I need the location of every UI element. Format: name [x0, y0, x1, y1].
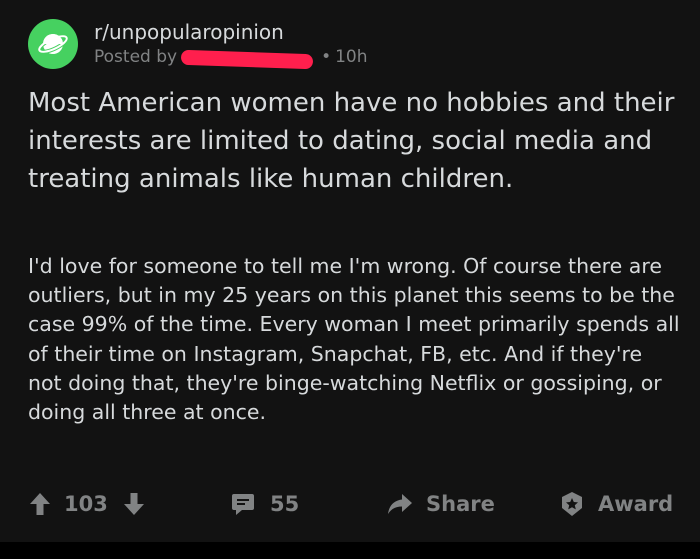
share-button[interactable]: Share — [386, 480, 495, 528]
post-header-text: r/unpopularopinion Posted by • 10h — [94, 20, 368, 69]
share-arrow-icon — [386, 491, 414, 517]
share-label: Share — [426, 492, 495, 516]
subreddit-name[interactable]: r/unpopularopinion — [94, 20, 368, 44]
comment-count: 55 — [270, 492, 300, 516]
post-card: r/unpopularopinion Posted by • 10h Most … — [0, 0, 700, 542]
arrow-up-icon[interactable] — [28, 491, 52, 517]
post-meta: Posted by • 10h — [94, 46, 368, 69]
planet-icon[interactable] — [28, 19, 78, 69]
arrow-down-icon[interactable] — [122, 491, 146, 517]
award-star-icon — [558, 490, 586, 518]
comment-bubble-icon — [230, 491, 256, 517]
post-header: r/unpopularopinion Posted by • 10h — [28, 16, 368, 72]
separator-dot: • — [321, 47, 332, 67]
redacted-username — [180, 49, 314, 69]
award-button[interactable]: Award — [558, 480, 673, 528]
post-body: I'd love for someone to tell me I'm wron… — [28, 254, 680, 425]
bottom-edge — [0, 542, 700, 559]
post-actions-bar: 103 55 Share Award — [0, 480, 700, 528]
post-age: 10h — [335, 47, 368, 67]
comments-button[interactable]: 55 — [230, 480, 299, 528]
award-label: Award — [598, 492, 674, 516]
vote-count: 103 — [64, 492, 108, 516]
vote-control: 103 — [28, 480, 146, 528]
post-title[interactable]: Most American women have no hobbies and … — [28, 84, 678, 198]
posted-by-label: Posted by — [94, 47, 178, 67]
